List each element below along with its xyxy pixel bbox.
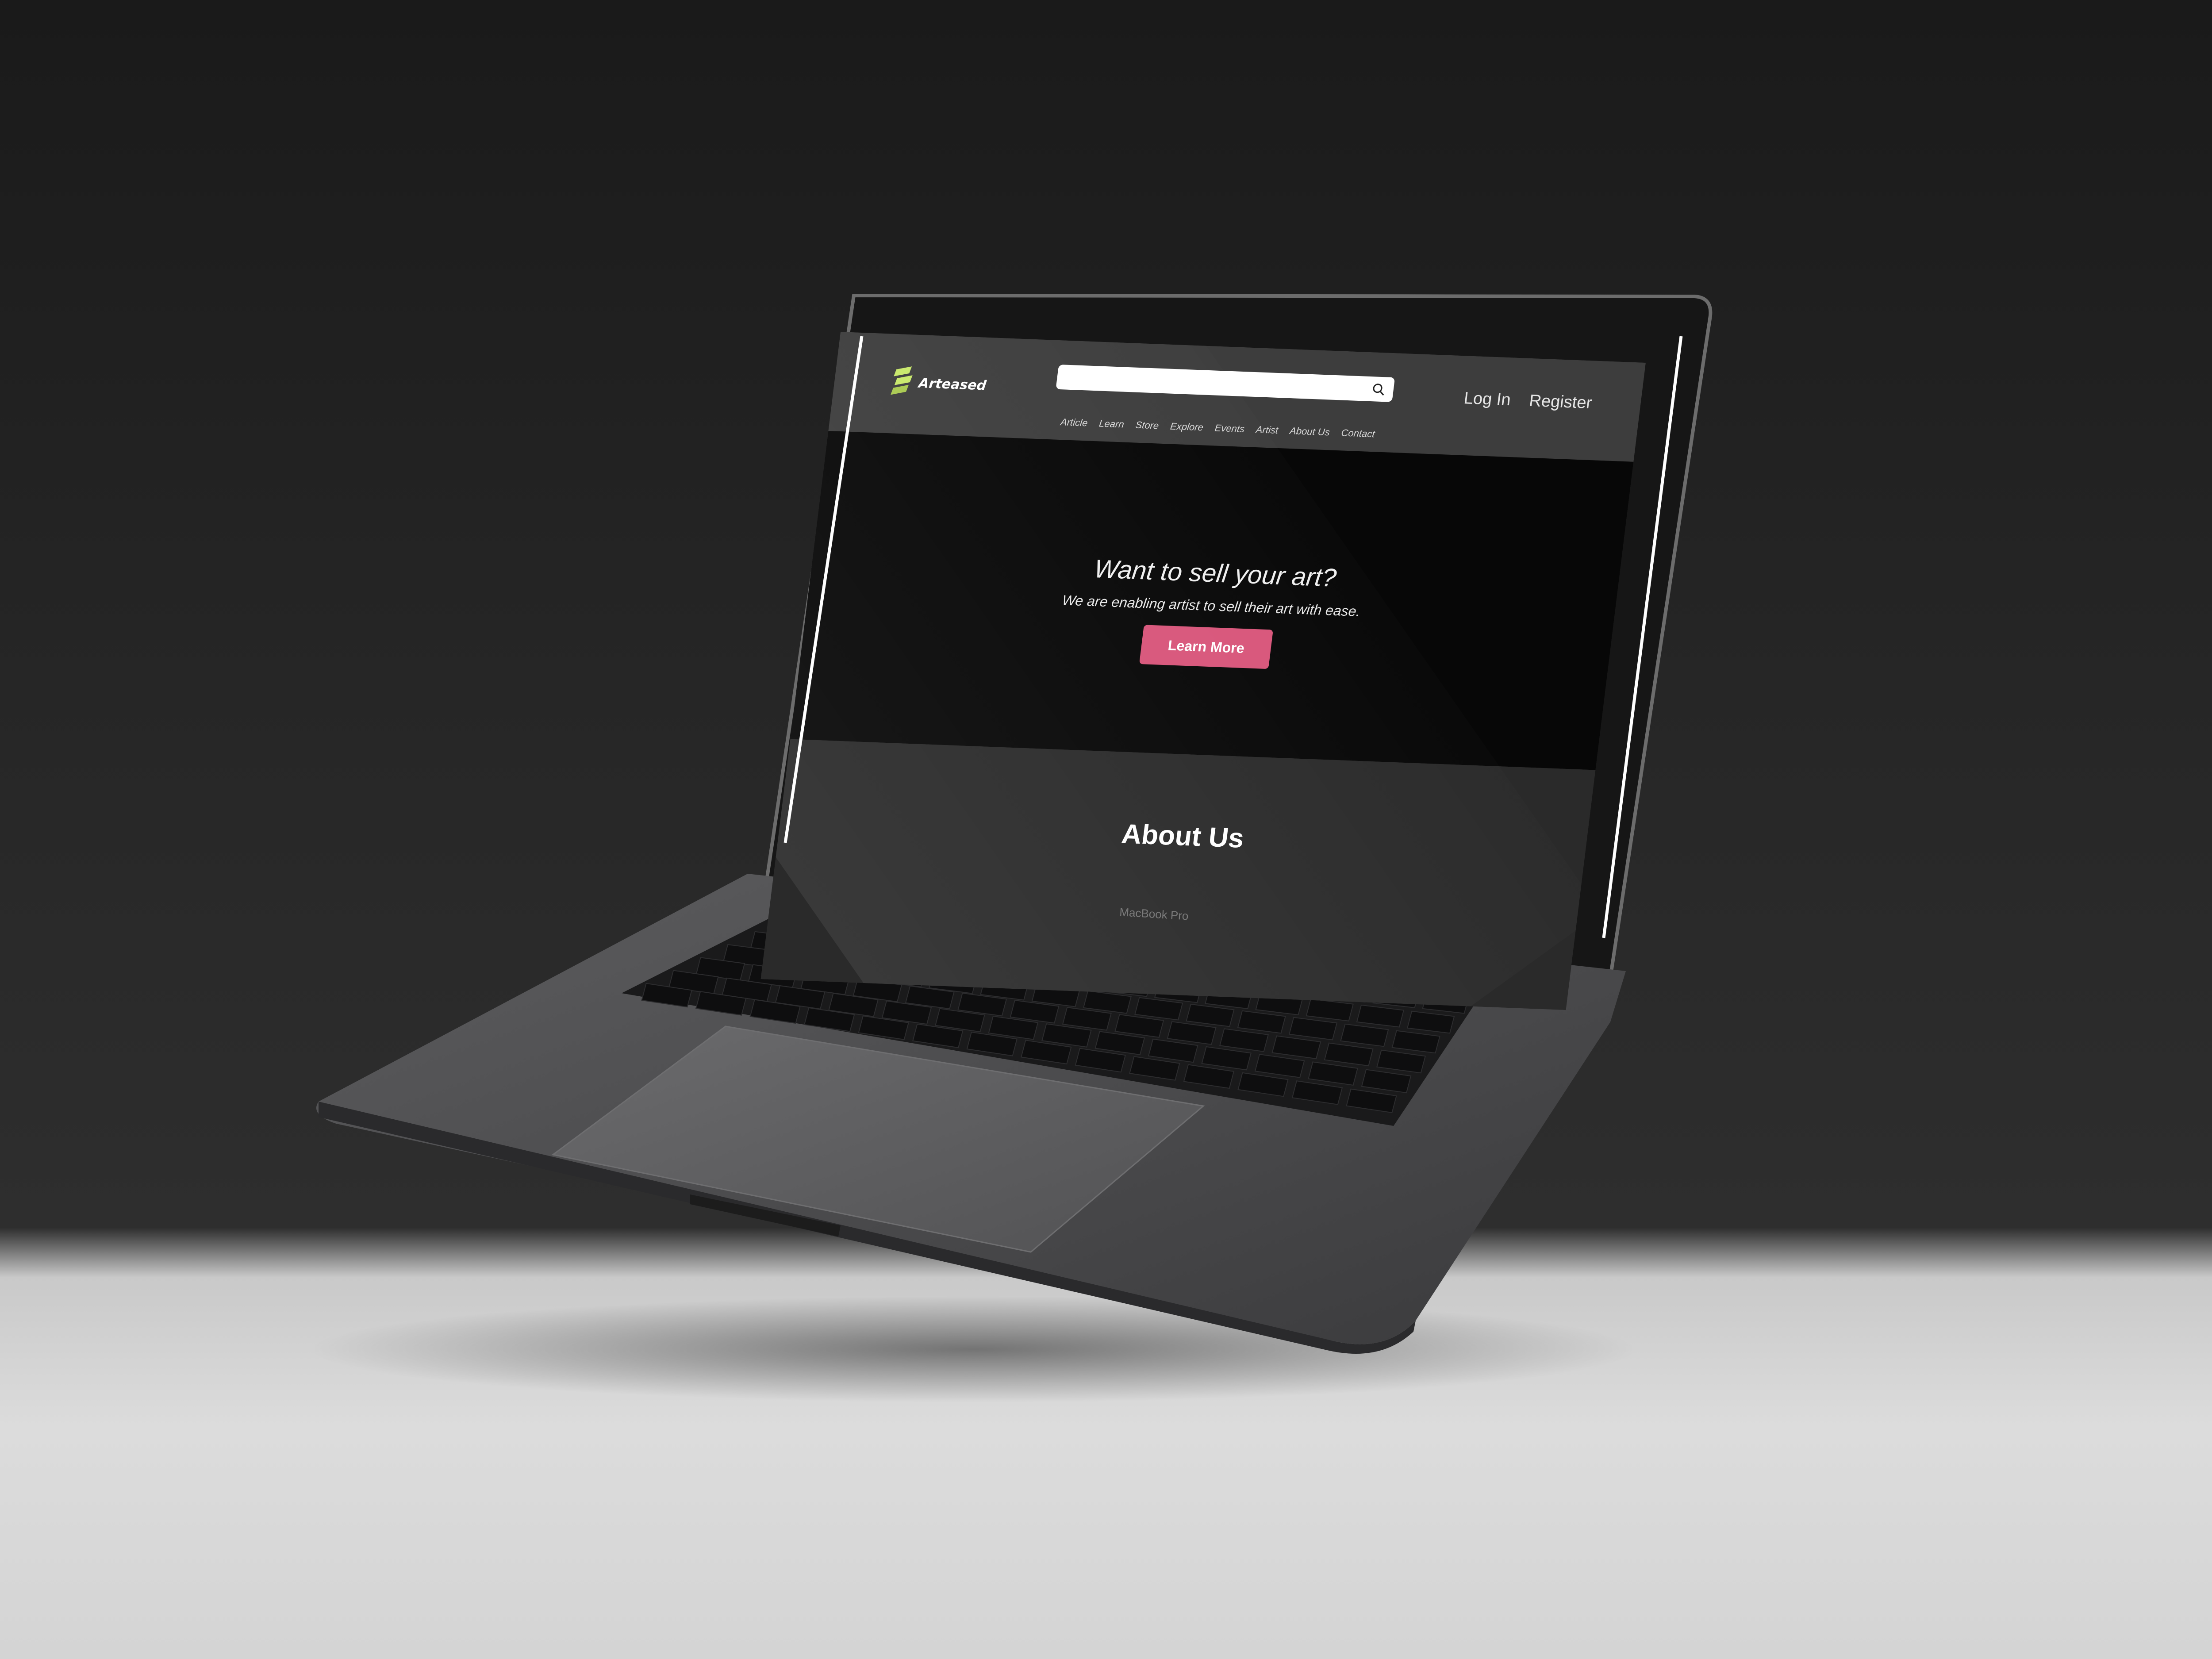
screen-edge-left [783, 336, 864, 843]
screen-edge-right [1602, 336, 1683, 938]
screen-overlay: MacBook Pro [783, 336, 1683, 938]
device-label: MacBook Pro [1119, 905, 1189, 922]
laptop-mockup-scene: Arteased Log In Register Article Learn S… [0, 0, 2212, 1659]
